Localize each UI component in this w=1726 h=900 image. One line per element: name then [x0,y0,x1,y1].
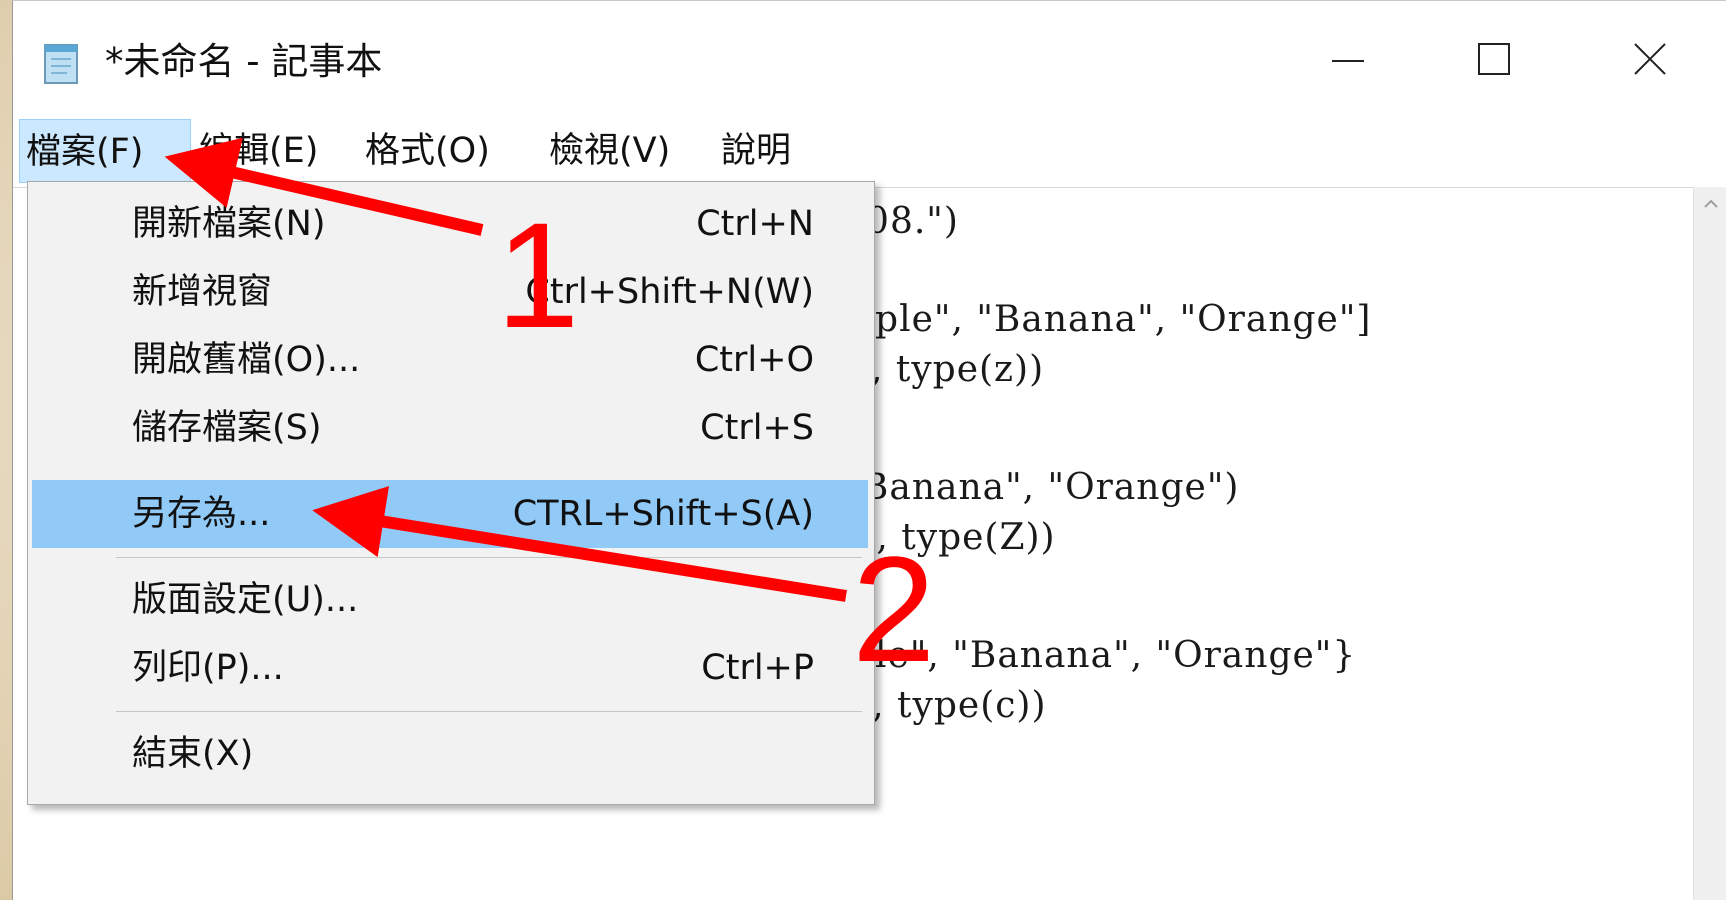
background: *未命名 - 記事本 檔案(F) 編輯(E) 格式(O) 檢視(V) 說明)0… [0,0,1726,900]
minimize-button[interactable] [1303,21,1393,97]
minimize-icon [1332,60,1364,62]
menu-item-new-window[interactable]: 新增視窗 Ctrl+Shift+N(W) [32,258,868,326]
menu-item-label: 另存為... [132,494,271,534]
menu-item-label: 開啟舊檔(O)... [132,340,361,380]
window-title: *未命名 - 記事本 [105,40,383,83]
menu-item-shortcut: CTRL+Shift+S(A) [512,494,814,534]
notepad-window: *未命名 - 記事本 檔案(F) 編輯(E) 格式(O) 檢視(V) 說明)0… [12,0,1726,900]
menu-item-page-setup[interactable]: 版面設定(U)... [32,566,868,634]
menu-view[interactable]: 檢視(V) [543,119,676,183]
menu-format[interactable]: 格式(O) [359,119,496,183]
menu-item-shortcut: Ctrl+S [700,408,814,448]
menu-item-label: 開新檔案(N) [132,204,326,244]
menu-item-label: 結束(X) [132,734,254,774]
menu-item-shortcut: Ctrl+O [694,340,814,380]
editor-line: pple", "Banana", "Orange"] [851,299,1372,340]
menu-item-label: 儲存檔案(S) [132,408,322,448]
menu-item-shortcut: Ctrl+P [701,648,814,688]
menu-item-save[interactable]: 儲存檔案(S) Ctrl+S [32,394,868,462]
editor-line: 'Banana", "Orange") [851,467,1240,508]
menu-item-label: 新增視窗 [132,272,273,312]
menu-bar: 檔案(F) 編輯(E) 格式(O) 檢視(V) 說明 [13,119,1726,187]
menu-item-shortcut: Ctrl+N [696,204,814,244]
menu-item-print[interactable]: 列印(P)... Ctrl+P [32,634,868,702]
menu-separator [116,557,862,558]
menu-separator [116,711,862,712]
menu-item-label: 列印(P)... [132,648,284,688]
editor-line: z, type(z)) [851,349,1045,390]
menu-file[interactable]: 檔案(F) [19,119,191,183]
file-menu-dropdown: 開新檔案(N) Ctrl+N 新增視窗 Ctrl+Shift+N(W) 開啟舊檔… [27,181,875,805]
menu-item-open[interactable]: 開啟舊檔(O)... Ctrl+O [32,326,868,394]
close-icon [1634,43,1666,75]
scroll-up-icon[interactable] [1694,187,1726,221]
menu-item-label: 版面設定(U)... [132,580,359,620]
menu-help[interactable]: 說明 [715,119,797,183]
vertical-scrollbar[interactable] [1693,187,1726,900]
menu-item-save-as[interactable]: 另存為... CTRL+Shift+S(A) [32,480,868,548]
step-1-label: 1 [496,191,580,359]
title-bar[interactable]: *未命名 - 記事本 [13,1,1726,119]
maximize-icon [1478,43,1510,75]
notepad-icon [44,44,78,84]
close-button[interactable] [1605,21,1695,97]
menu-item-exit[interactable]: 結束(X) [32,720,868,788]
menu-item-new[interactable]: 開新檔案(N) Ctrl+N [32,190,868,258]
maximize-button[interactable] [1449,21,1539,97]
step-2-label: 2 [852,525,936,693]
menu-edit[interactable]: 編輯(E) [193,119,324,183]
